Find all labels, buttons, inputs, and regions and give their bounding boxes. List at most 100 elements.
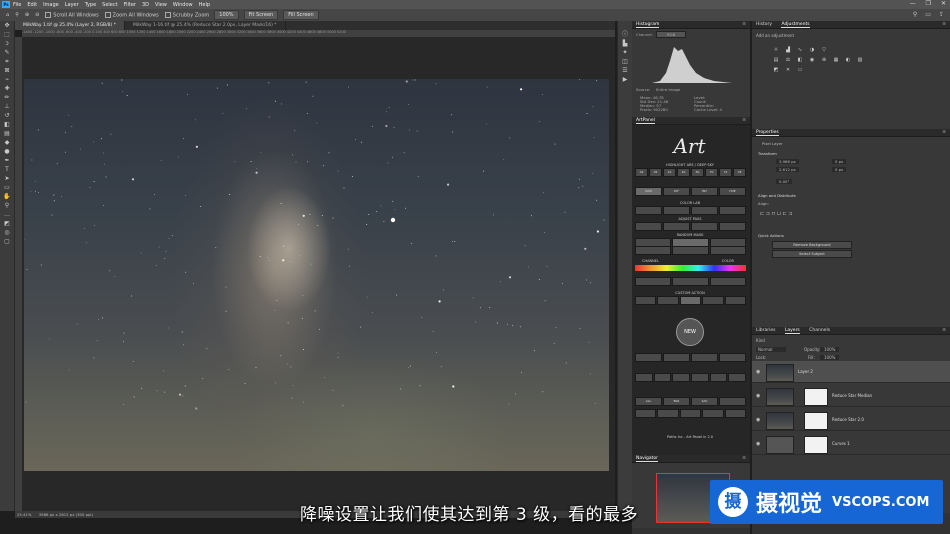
screen-mode-icon[interactable]: ▢ — [3, 238, 11, 246]
menu-type[interactable]: Type — [85, 2, 96, 8]
lab-btn-2[interactable] — [663, 206, 690, 215]
document-tab[interactable]: MilkWay 1-16.tif @ 25.4% (Reduce Star 2.… — [125, 21, 286, 30]
layer-row[interactable]: ◉ Layer 2 — [752, 361, 950, 383]
custom-btn-1[interactable] — [635, 296, 657, 305]
zoom-all-checkbox[interactable]: Zoom All Windows — [104, 11, 159, 18]
posterize-icon[interactable]: ▧ — [856, 57, 864, 63]
x-field[interactable]: 0 px — [832, 159, 847, 164]
layer-name[interactable]: Reduce Star Median — [832, 393, 872, 398]
artpanel-tab[interactable]: ArtPanel — [636, 118, 655, 124]
lum-btn-02[interactable]: 02 — [635, 168, 648, 177]
pen-tool-icon[interactable]: ✒ — [3, 157, 11, 165]
lum-btn-10[interactable]: 10 — [663, 168, 676, 177]
lum-btn-20[interactable]: 20 — [677, 168, 690, 177]
panel-menu-icon[interactable]: ≡ — [942, 21, 946, 29]
align-icons[interactable]: ⊏ ⊐ ⊓ ⊔ ⊏ ⊐ — [760, 211, 793, 217]
visibility-eye-icon[interactable]: ◉ — [756, 369, 760, 375]
zoom-tool-icon[interactable]: ⚲ — [15, 12, 19, 18]
path-select-tool-icon[interactable]: ➤ — [3, 175, 11, 183]
channel-select[interactable]: RGB — [656, 31, 687, 38]
new-button[interactable]: NEW — [676, 318, 704, 346]
history-brush-tool-icon[interactable]: ↺ — [3, 112, 11, 120]
misc-btn-3[interactable] — [691, 353, 718, 362]
invert-icon[interactable]: ◐ — [844, 57, 852, 63]
properties-icon[interactable]: ☰ — [621, 67, 629, 75]
more-tools-icon[interactable]: … — [3, 211, 11, 219]
lum-btn-70[interactable]: 70 — [705, 168, 718, 177]
color-lookup-icon[interactable]: ▦ — [832, 57, 840, 63]
tab-libraries[interactable]: Libraries — [756, 328, 775, 333]
random-btn-5[interactable] — [672, 246, 709, 255]
int-button[interactable]: INT — [691, 187, 718, 196]
vibrance-icon[interactable]: ▽ — [820, 47, 828, 53]
histogram-icon[interactable]: ▙ — [621, 40, 629, 48]
layer-row[interactable]: ◉ Reduce Star 2.0 — [752, 409, 950, 431]
gradient-tool-icon[interactable]: ▤ — [3, 130, 11, 138]
angle-field[interactable]: 0.00° — [776, 179, 793, 184]
selective-color-icon[interactable]: ✕ — [784, 67, 792, 73]
random-btn-4[interactable] — [635, 246, 672, 255]
visibility-eye-icon[interactable]: ◉ — [756, 441, 760, 447]
curves-icon[interactable]: ∿ — [796, 47, 804, 53]
misc-btn-14[interactable] — [679, 409, 702, 418]
zoom-100-button[interactable]: 100% — [214, 10, 239, 20]
menu-filter[interactable]: Filter — [124, 2, 136, 8]
actions-icon[interactable]: ▶ — [621, 76, 629, 84]
hue-sat-icon[interactable]: ▤ — [772, 57, 780, 63]
menu-edit[interactable]: Edit — [27, 2, 37, 8]
layer-row[interactable]: ◉ Curves 1 — [752, 433, 950, 455]
adjust-btn-3[interactable] — [691, 222, 718, 231]
menu-layer[interactable]: Layer — [65, 2, 79, 8]
clone-stamp-tool-icon[interactable]: ⊥ — [3, 103, 11, 111]
layer-mask-thumbnail[interactable] — [804, 436, 828, 454]
opacity-field[interactable]: 100% — [820, 347, 840, 352]
lab-btn-1[interactable] — [635, 206, 662, 215]
zoom-out-icon[interactable]: ⊖ — [35, 12, 39, 18]
panel-menu-icon[interactable]: ≡ — [742, 117, 746, 125]
layer-mask-thumbnail[interactable] — [804, 412, 828, 430]
navigator-tab[interactable]: Navigator — [636, 456, 659, 462]
width-field[interactable]: 3,986 px — [776, 159, 799, 164]
eyedropper-tool-icon[interactable]: ⌁ — [3, 76, 11, 84]
random-btn-6[interactable] — [709, 246, 746, 255]
lum-btn-72[interactable]: 72 — [719, 168, 732, 177]
fill-screen-button[interactable]: Fill Screen — [283, 10, 319, 20]
sum-button[interactable]: SUM — [635, 187, 662, 196]
kind-filter[interactable]: Kind — [756, 338, 765, 343]
tab-adjustments[interactable]: Adjustments — [781, 22, 810, 28]
layer-row[interactable]: ◉ Reduce Star Median — [752, 385, 950, 407]
misc-btn-8[interactable] — [691, 373, 709, 382]
panel-menu-icon[interactable]: ≡ — [742, 21, 746, 29]
move-tool-icon[interactable]: ✥ — [3, 22, 11, 30]
apply-btn-1[interactable] — [635, 277, 672, 286]
misc-btn-4[interactable] — [719, 353, 746, 362]
panel-menu-icon[interactable]: ≡ — [942, 327, 946, 335]
blend-mode-select[interactable]: Normal — [756, 347, 787, 352]
marquee-tool-icon[interactable]: ⬚ — [3, 31, 11, 39]
workspace-icon[interactable]: ▭ — [925, 11, 931, 18]
remove-background-button[interactable]: Remove Background — [772, 241, 852, 249]
hand-tool-icon[interactable]: ✋ — [3, 193, 11, 201]
document-tab-active[interactable]: MilkWay 1.tif @ 25.4% (Layer 2, RGB/8) * — [15, 21, 125, 30]
tab-channels[interactable]: Channels — [809, 328, 830, 333]
quick-select-tool-icon[interactable]: ✎ — [3, 49, 11, 57]
scrubby-zoom-checkbox[interactable]: Scrubby Zoom — [164, 11, 209, 18]
source-select[interactable]: Entire Image — [656, 87, 680, 92]
y-field[interactable]: 0 px — [832, 167, 847, 172]
fill-field[interactable]: 100% — [820, 355, 840, 360]
layer-name[interactable]: Reduce Star 2.0 — [832, 417, 864, 422]
levels-icon[interactable]: ▟ — [784, 47, 792, 53]
crop-tool-icon[interactable]: ⌗ — [3, 58, 11, 66]
misc-btn-16[interactable] — [724, 409, 747, 418]
healing-brush-tool-icon[interactable]: ✚ — [3, 85, 11, 93]
properties-tab[interactable]: Properties — [756, 130, 779, 136]
adjust-btn-4[interactable] — [719, 222, 746, 231]
maximize-button[interactable]: ❐ — [926, 0, 931, 7]
misc-btn-9[interactable] — [709, 373, 728, 382]
visibility-eye-icon[interactable]: ◉ — [756, 417, 760, 423]
gradient-map-icon[interactable]: ▭ — [796, 67, 804, 73]
histogram-tab[interactable]: Histogram — [636, 22, 660, 28]
color-balance-icon[interactable]: ⚖ — [784, 57, 792, 63]
quick-mask-icon[interactable]: ◎ — [3, 229, 11, 237]
panel-menu-icon[interactable]: ≡ — [942, 129, 946, 137]
